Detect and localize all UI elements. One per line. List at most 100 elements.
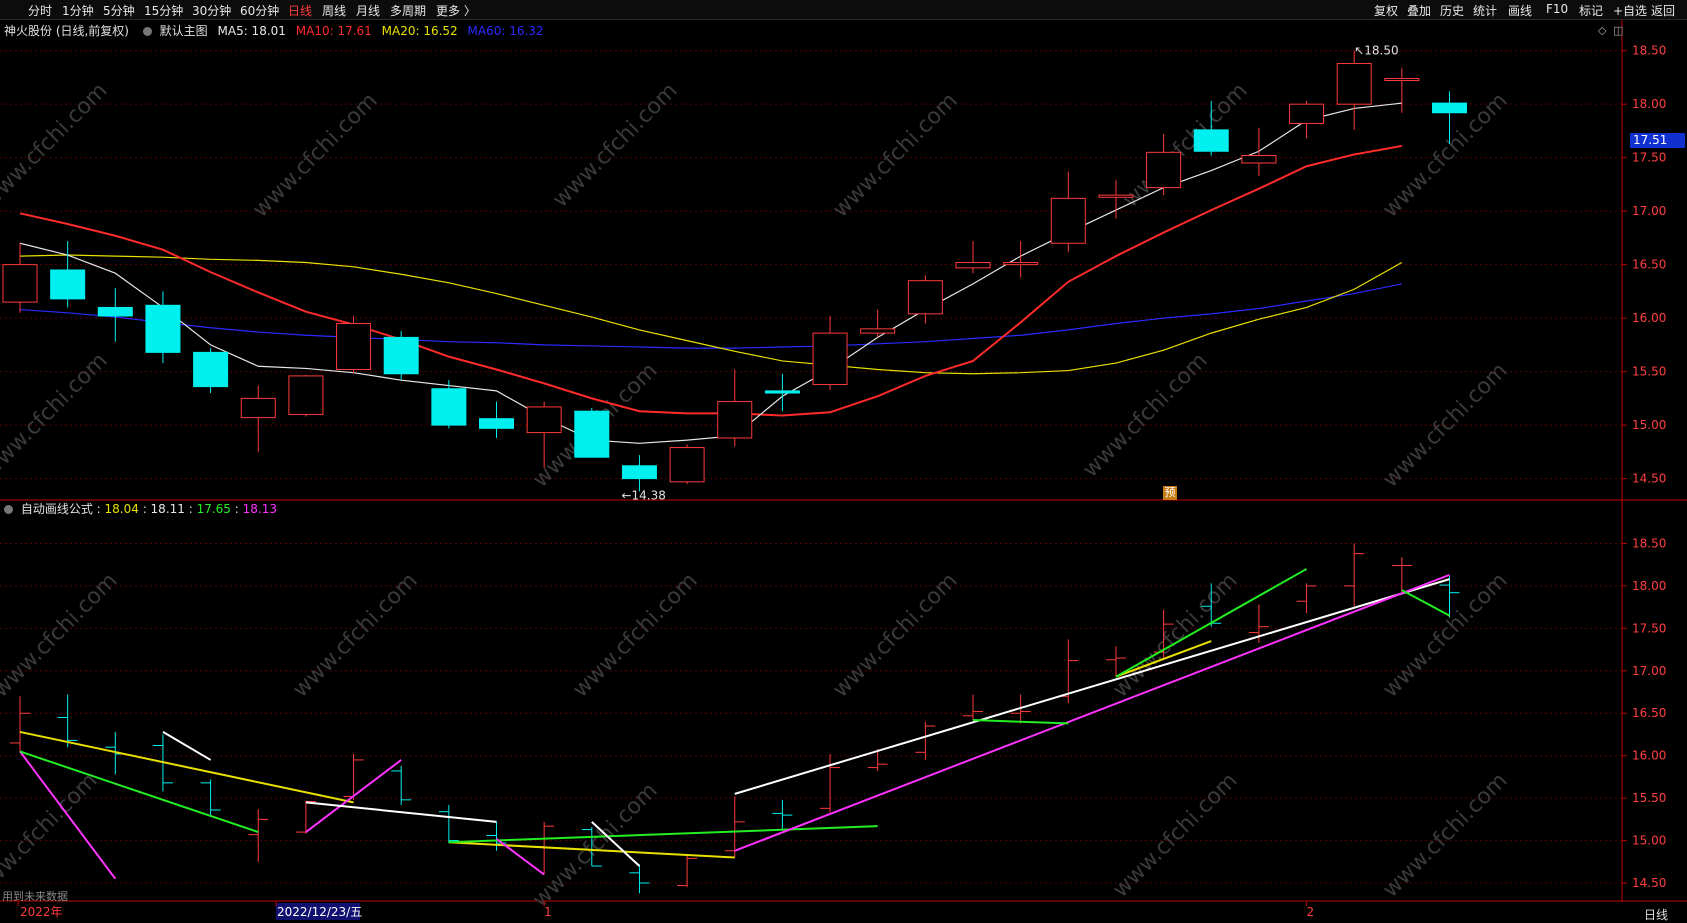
candle-body-22 (1050, 197, 1086, 244)
ind-tick-label-2: 15.50 (1632, 791, 1666, 805)
toolbar-period-5[interactable]: 60分钟 (240, 2, 279, 19)
ind-tick-label-8: 18.50 (1632, 536, 1666, 550)
trend-line-10 (734, 578, 1450, 795)
main-tick-label-0: 14.50 (1632, 472, 1666, 486)
date-highlight (276, 903, 360, 920)
trend-line-1 (19, 750, 259, 834)
candle-body-4 (193, 351, 229, 388)
stock-name[interactable]: 神火股份 (日线,前复权) (4, 24, 129, 38)
ma10-value: MA10: 17.61 (295, 24, 372, 38)
watermark-11: www.cfchi.com (288, 568, 422, 702)
ma60-line (19, 283, 1402, 349)
toolbar-period-3[interactable]: 15分钟 (144, 2, 183, 19)
trend-line-7 (448, 825, 878, 844)
ind-tick-label-1: 15.00 (1632, 834, 1666, 848)
candle-body-30 (1432, 102, 1467, 114)
ind-tick-label-4: 16.50 (1632, 706, 1666, 720)
ma10-line (19, 144, 1403, 417)
panel-icon: ◫ (1613, 24, 1623, 37)
forecast-badge[interactable]: 预 (1163, 486, 1177, 500)
ind-tick-label-7: 18.00 (1632, 579, 1666, 593)
toolbar-period-2[interactable]: 5分钟 (103, 2, 135, 19)
toolbar-period-7[interactable]: 周线 (322, 2, 346, 19)
candle-body-26 (1241, 155, 1277, 164)
main-tick-label-8: 18.50 (1632, 44, 1666, 58)
toolbar-action-5[interactable]: F10 (1546, 2, 1568, 16)
ind-value-magenta: 18.13 (242, 502, 277, 516)
x-axis-label-1: 2022/12/23/五 (277, 905, 362, 919)
template-name[interactable]: 默认主图 (160, 24, 208, 38)
candle-body-24 (1146, 151, 1182, 189)
toolbar-action-6[interactable]: 标记 (1579, 2, 1603, 19)
settings-circle-icon[interactable] (142, 27, 152, 36)
toolbar-period-4[interactable]: 30分钟 (192, 2, 231, 19)
toolbar-action-8[interactable]: 返回 (1651, 2, 1675, 19)
toolbar-action-0[interactable]: 复权 (1374, 2, 1398, 19)
main-chart-title: 神火股份 (日线,前复权) 默认主图 MA5: 18.01 MA10: 17.6… (0, 22, 550, 38)
toolbar-action-4[interactable]: 画线 (1508, 2, 1532, 19)
candle-body-3 (145, 304, 181, 353)
main-tick-label-3: 16.00 (1632, 311, 1666, 325)
chart-canvas[interactable]: 14.50 15.00 15.50 16.00 16.50 17.00 17.50 18.00… (0, 0, 1687, 922)
candle-body-18 (860, 328, 896, 334)
toolbar-period-10[interactable]: 更多 〉 (436, 2, 476, 19)
indicator-name[interactable]: 自动画线公式 (21, 502, 93, 516)
main-tick-label-1: 15.00 (1632, 418, 1666, 432)
watermark-13: www.cfchi.com (828, 568, 962, 702)
ma5-value: MA5: 18.01 (217, 24, 286, 38)
watermark-18: www.cfchi.com (1108, 768, 1242, 902)
ma20-value: MA20: 16.52 (381, 24, 458, 38)
watermark-1: www.cfchi.com (248, 88, 382, 222)
main-tick-label-4: 16.50 (1632, 258, 1666, 272)
toolbar-period-6[interactable]: 日线 (288, 2, 312, 19)
trend-line-13 (1115, 640, 1212, 678)
toolbar-action-7[interactable]: +自选 (1613, 2, 1647, 19)
ind-tick-label-0: 14.50 (1632, 876, 1666, 890)
candle-body-13 (621, 465, 657, 480)
watermark-2: www.cfchi.com (548, 78, 682, 212)
indicator-circle-icon[interactable] (4, 505, 13, 514)
watermark-12: www.cfchi.com (568, 568, 702, 702)
candle-body-11 (526, 406, 562, 434)
toolbar-action-3[interactable]: 统计 (1473, 2, 1497, 19)
candle-body-28 (1336, 63, 1372, 105)
candle-body-2 (97, 306, 133, 317)
x-axis-label-3: 2 (1307, 905, 1315, 919)
ind-value-white: 18.11 (150, 502, 185, 516)
main-tick-label-2: 15.50 (1632, 365, 1666, 379)
candle-body-12 (574, 410, 610, 458)
candle-body-14 (669, 447, 705, 483)
trend-line-14 (1115, 568, 1308, 678)
toolbar-action-1[interactable]: 叠加 (1407, 2, 1431, 19)
trend-line-11 (734, 573, 1450, 852)
price-annotation-1: ←14.38 (621, 488, 665, 502)
candle-body-15 (717, 401, 753, 439)
watermark-17: www.cfchi.com (528, 778, 662, 912)
candle-body-25 (1193, 129, 1229, 152)
trend-line-4 (305, 759, 402, 833)
trend-line-8 (495, 838, 545, 876)
indicator-title: 自动画线公式 : 18.04 : 18.11 : 17.65 : 18.13 (0, 500, 277, 516)
x-axis-label-0: 2022年 (20, 905, 63, 919)
period-tag[interactable]: 日线 (1644, 906, 1668, 923)
toolbar-action-2[interactable]: 历史 (1440, 2, 1464, 19)
main-tick-label-7: 18.00 (1632, 97, 1666, 111)
candle-body-19 (907, 280, 943, 315)
toolbar-period-9[interactable]: 多周期 (390, 2, 426, 19)
candle-body-27 (1289, 103, 1325, 124)
watermark-6: www.cfchi.com (0, 348, 113, 482)
watermark-16: www.cfchi.com (0, 768, 103, 902)
ma60-value: MA60: 16.32 (467, 24, 544, 38)
toolbar-period-0[interactable]: 分时 (28, 2, 52, 19)
toolbar-period-1[interactable]: 1分钟 (62, 2, 94, 19)
trend-line-12 (972, 719, 1069, 725)
watermark-7: www.cfchi.com (528, 358, 662, 492)
candle-body-16 (764, 390, 800, 394)
trend-line-2 (19, 730, 354, 804)
candle-body-23 (1098, 194, 1134, 198)
toolbar-period-8[interactable]: 月线 (356, 2, 380, 19)
x-axis-label-2: 1 (544, 905, 552, 919)
watermark-14: www.cfchi.com (1108, 568, 1242, 702)
watermark-3: www.cfchi.com (828, 88, 962, 222)
future-data-note: 用到未来数据 (2, 890, 68, 903)
